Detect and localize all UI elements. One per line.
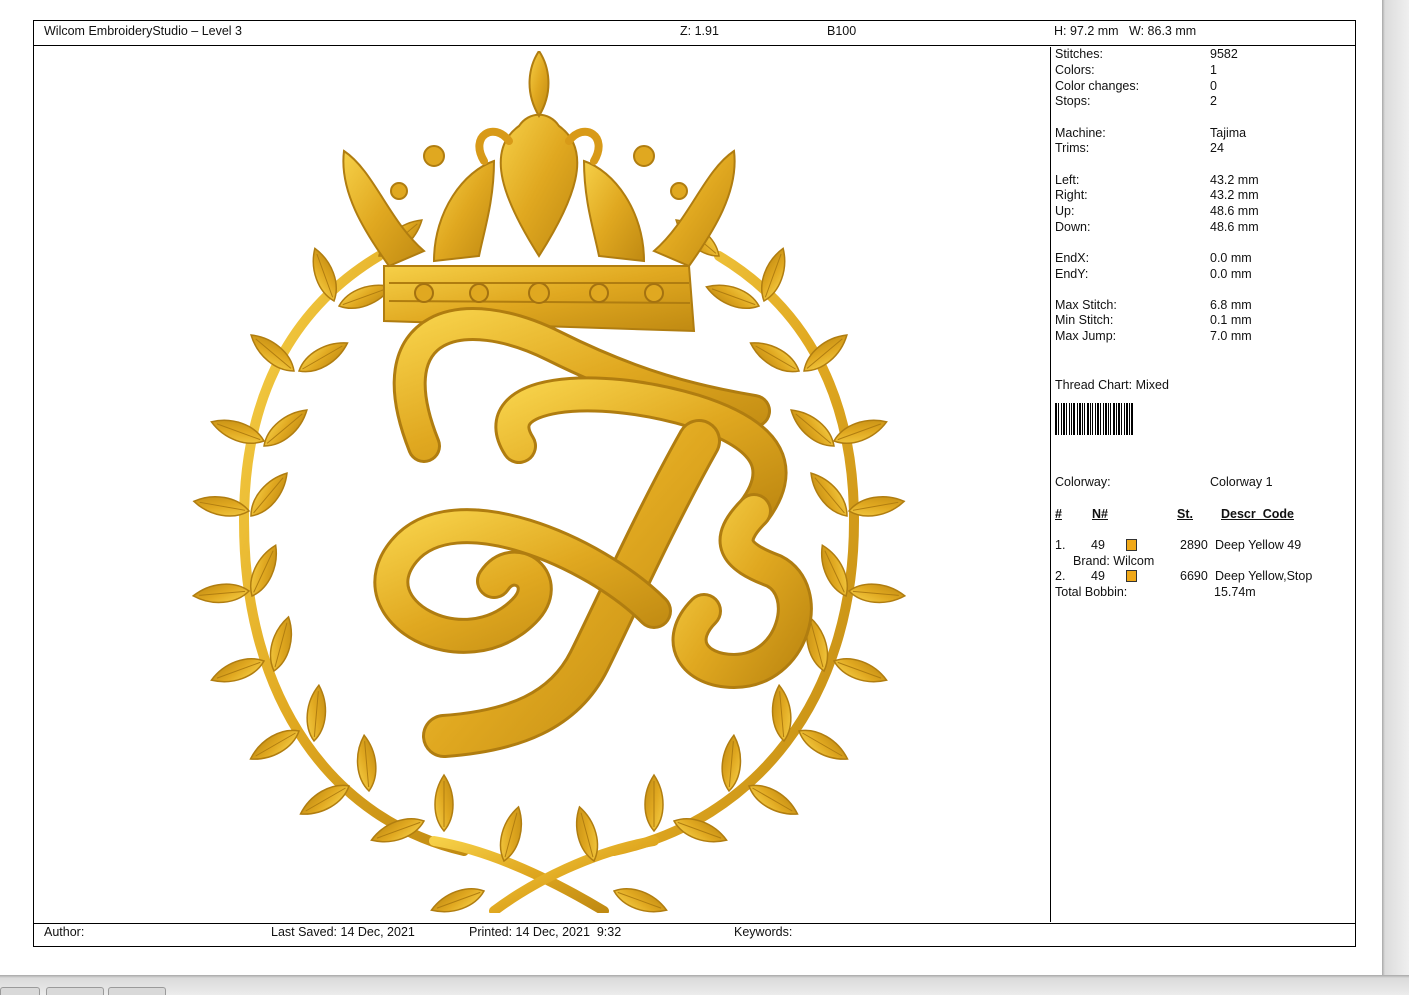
design-dimensions: H: 97.2 mm W: 86.3 mm: [1054, 24, 1197, 38]
design-info-panel: Stitches: 9582 Colors: 1 Color changes: 0 S…: [1055, 47, 1355, 924]
colorway-row: Colorway: Colorway 1: [1055, 475, 1273, 489]
leaf: [207, 651, 268, 690]
embroidery-design-preview: [191, 51, 907, 913]
col-header-number: #: [1055, 507, 1062, 521]
stat-row: Stops: 2: [1055, 94, 1217, 108]
leaf: [257, 402, 314, 454]
leaf: [427, 881, 488, 913]
stat-row: Min Stitch: 0.1 mm: [1055, 313, 1252, 327]
monogram-letter-b: [373, 307, 813, 758]
col-header-needle: N#: [1092, 507, 1108, 521]
author-label: Author:: [44, 925, 85, 939]
stat-row: Machine: Tajima: [1055, 126, 1247, 140]
thread-color-swatch: [1126, 570, 1137, 582]
stat-row: Left: 43.2 mm: [1055, 173, 1259, 187]
crown-motif: [342, 51, 736, 333]
thread-chart-label: Thread Chart: Mixed: [1055, 378, 1169, 392]
stat-row: Max Jump: 7.0 mm: [1055, 329, 1252, 343]
print-preview-sheet: Wilcom EmbroideryStudio – Level 3 Z: 1.9…: [33, 20, 1356, 947]
total-bobbin-label: Total Bobbin:: [1055, 585, 1128, 599]
stat-row: Max Stitch: 6.8 mm: [1055, 298, 1252, 312]
page-shadow-right: [1382, 0, 1409, 975]
footer-divider: [34, 923, 1355, 924]
stat-row: Right: 43.2 mm: [1055, 188, 1259, 202]
thread-color-swatch: [1126, 539, 1137, 551]
info-panel-divider: [1050, 47, 1051, 922]
taskbar-button[interactable]: [0, 987, 40, 995]
leaf: [784, 402, 841, 454]
leaf: [243, 466, 295, 523]
stat-row: Up: 48.6 mm: [1055, 204, 1259, 218]
total-bobbin-value: 15.74m: [1214, 585, 1256, 599]
zoom-readout: Z: 1.91: [680, 24, 719, 38]
app-title: Wilcom EmbroideryStudio – Level 3: [44, 24, 242, 38]
last-saved-label: Last Saved: 14 Dec, 2021: [271, 925, 415, 939]
stat-row: Colors: 1: [1055, 63, 1217, 77]
printed-label: Printed: 14 Dec, 2021 9:32: [469, 925, 622, 939]
leaf: [644, 774, 664, 832]
stat-row: EndY: 0.0 mm: [1055, 267, 1252, 281]
leaf: [803, 466, 855, 523]
brand-label: Brand: Wilcom: [1073, 554, 1155, 568]
header-divider: [34, 45, 1355, 46]
design-barcode: [1055, 403, 1133, 435]
leaf: [793, 722, 853, 768]
leaf: [743, 777, 803, 823]
leaf: [293, 334, 353, 380]
col-header-description: Descr_Code: [1221, 507, 1294, 521]
leaf: [354, 733, 379, 793]
leaf: [719, 733, 744, 793]
leaf: [434, 774, 454, 832]
leaf: [191, 581, 251, 606]
stat-row: Trims: 24: [1055, 141, 1224, 155]
leaf: [745, 334, 805, 380]
stat-row: EndX: 0.0 mm: [1055, 251, 1252, 265]
leaf: [245, 722, 305, 768]
page-shadow-bottom: [0, 975, 1409, 995]
taskbar-button[interactable]: [108, 987, 166, 995]
leaf: [304, 683, 329, 743]
leaf: [295, 777, 355, 823]
keywords-label: Keywords:: [734, 925, 793, 939]
leaf: [847, 581, 907, 606]
design-name: B100: [827, 24, 857, 38]
leaf: [830, 651, 891, 690]
col-header-stitches: St.: [1177, 507, 1193, 521]
stat-row: Down: 48.6 mm: [1055, 220, 1259, 234]
stat-row: Stitches: 9582: [1055, 47, 1238, 61]
stat-row: Color changes: 0: [1055, 79, 1217, 93]
leaf: [610, 881, 671, 913]
taskbar-button[interactable]: [46, 987, 104, 995]
